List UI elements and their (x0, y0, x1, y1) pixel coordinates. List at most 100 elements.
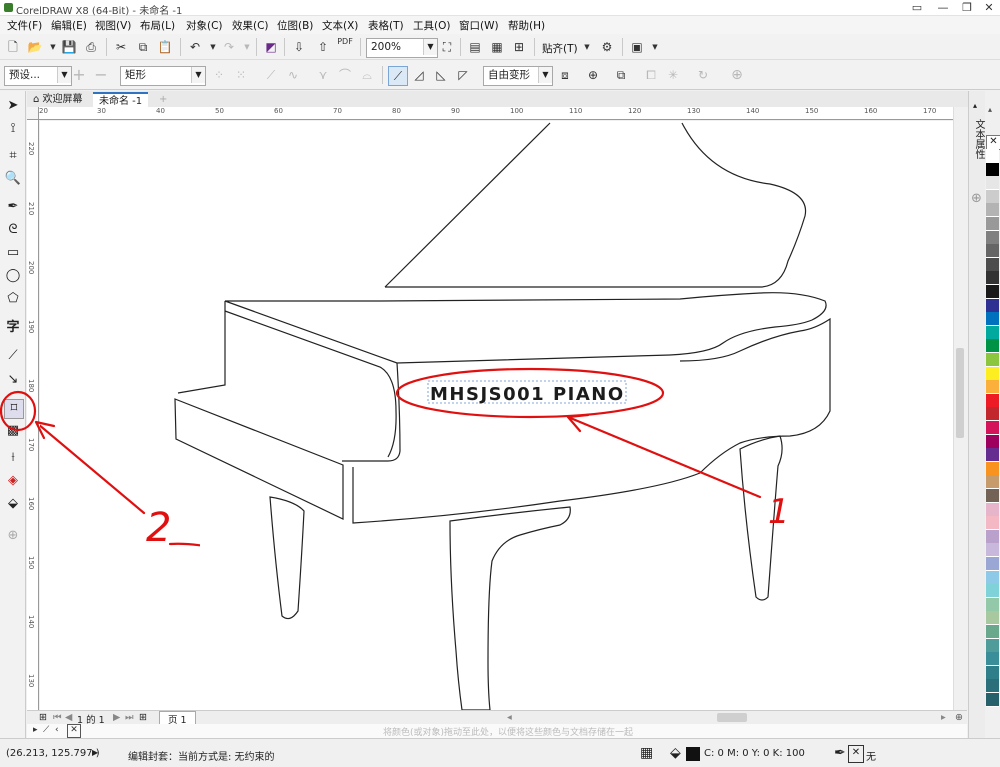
first-page-icon[interactable]: ⏮ (53, 712, 62, 723)
search-content-icon[interactable]: ◩ (262, 38, 280, 56)
prev-page-icon[interactable]: ◀ (65, 712, 72, 723)
pick-tool-icon[interactable]: ➤ (4, 97, 22, 115)
horizontal-ruler[interactable]: 20 30 40 50 60 70 80 90 100 110 120 130 … (39, 107, 965, 120)
piano-keyboard[interactable] (174, 398, 344, 520)
color-swatch[interactable] (986, 393, 999, 408)
fill-color-swatch[interactable] (686, 747, 700, 761)
color-swatch[interactable] (986, 625, 999, 639)
gear-icon[interactable]: ⚙ (598, 38, 616, 56)
palette-left-icon[interactable]: ‹ (55, 725, 59, 735)
piano-brand-text[interactable]: MHSJS001 PIANO (430, 384, 625, 405)
document-color-settings-icon[interactable]: ▦ (640, 745, 653, 761)
save-icon[interactable]: 💾 (60, 38, 78, 56)
color-swatch[interactable] (986, 693, 999, 707)
redo-dropdown-icon[interactable]: ▼ (238, 38, 256, 56)
menu-file[interactable]: 文件(F) (7, 18, 42, 33)
color-swatch[interactable] (986, 353, 999, 367)
color-swatch[interactable] (986, 502, 999, 517)
envelope-single-arc-icon[interactable]: ◿ (410, 66, 428, 84)
palette-scroll-up-icon[interactable]: ▴ (988, 105, 992, 114)
no-color-swatch-icon[interactable]: ✕ (67, 724, 81, 738)
last-page-icon[interactable]: ⏭ (125, 712, 134, 723)
color-swatch[interactable] (986, 611, 999, 626)
export-icon[interactable]: ⇧ (314, 38, 332, 56)
menu-object[interactable]: 对象(C) (186, 18, 223, 33)
color-swatch[interactable] (986, 271, 999, 286)
color-swatch[interactable] (986, 421, 999, 435)
restore-button[interactable]: ❐ (956, 0, 978, 16)
preset-combo[interactable]: 预设... ▼ (4, 66, 72, 86)
copy-envelope-icon[interactable]: ⧠ (642, 66, 660, 84)
keep-lines-icon[interactable]: ⧈ (556, 66, 574, 84)
selection-mode-combo[interactable]: 矩形 ▼ (120, 66, 206, 86)
color-swatch[interactable] (986, 244, 999, 259)
zoom-level-combo[interactable]: 200% ▼ (366, 38, 438, 58)
color-swatch[interactable] (986, 652, 999, 667)
menu-table[interactable]: 表格(T) (368, 18, 404, 33)
envelope-unconstrained-icon[interactable]: ◸ (454, 66, 472, 84)
rectangle-tool-icon[interactable]: ▭ (4, 244, 22, 262)
print-icon[interactable]: ⎙ (82, 38, 100, 56)
menu-help[interactable]: 帮助(H) (508, 18, 545, 33)
color-swatch[interactable] (986, 597, 999, 612)
color-swatch[interactable] (986, 584, 999, 599)
color-swatch[interactable] (986, 149, 999, 163)
color-swatch[interactable] (986, 217, 999, 231)
undo-icon[interactable]: ↶ (186, 38, 204, 56)
color-swatch[interactable] (986, 529, 999, 544)
menu-effects[interactable]: 效果(C) (232, 18, 269, 33)
text-tool-icon[interactable]: 字 (4, 319, 22, 337)
color-swatch[interactable] (986, 325, 999, 340)
ruler-origin[interactable] (27, 107, 39, 120)
convert-to-line-icon[interactable]: ⟋ (262, 66, 280, 84)
shape-tool-icon[interactable]: ⟟ (4, 120, 22, 138)
color-swatch[interactable] (986, 230, 999, 245)
color-swatch[interactable] (986, 461, 999, 476)
copy-icon[interactable]: ⧉ (134, 38, 152, 56)
menu-window[interactable]: 窗口(W) (459, 18, 499, 33)
vertical-scroll-thumb[interactable] (956, 348, 964, 438)
convert-to-curves-icon[interactable]: ↻ (694, 66, 712, 84)
docker-tab-text-properties[interactable]: 文本属性 (971, 119, 986, 159)
eyedropper-icon[interactable]: ⟋ (43, 725, 49, 735)
freehand-tool-icon[interactable]: ✒ (4, 198, 22, 216)
add-page-icon[interactable]: ⊞ (39, 712, 47, 723)
cusp-node-icon[interactable]: ⋎ (314, 66, 332, 84)
envelope-straight-line-icon[interactable]: ⟋ (388, 66, 408, 86)
horizontal-scroll-thumb[interactable] (717, 713, 747, 722)
envelope-double-arc-icon[interactable]: ◺ (432, 66, 450, 84)
import-icon[interactable]: ⇩ (290, 38, 308, 56)
app-launcher-icon[interactable]: ▣ (628, 38, 646, 56)
delete-nodes-icon[interactable]: ⁙ (232, 66, 250, 84)
add-preset-icon[interactable]: + (70, 66, 88, 84)
smooth-node-icon[interactable]: ⌒ (336, 66, 354, 84)
quick-customize-icon[interactable]: ⊕ (728, 66, 746, 84)
create-envelope-from-icon[interactable]: ⧉ (612, 66, 630, 84)
next-page-icon[interactable]: ▶ (113, 712, 120, 723)
menu-layout[interactable]: 布局(L) (140, 18, 175, 33)
full-screen-icon[interactable]: ⛶ (438, 38, 456, 56)
status-expand-icon[interactable]: ▶ (92, 748, 98, 757)
minimize-button[interactable]: — (932, 0, 954, 16)
menu-icon[interactable]: ▭ (906, 0, 928, 16)
menu-bitmaps[interactable]: 位图(B) (277, 18, 313, 33)
color-swatch[interactable] (986, 203, 999, 218)
chevron-down-icon[interactable]: ▼ (538, 67, 552, 83)
polygon-tool-icon[interactable]: ⬠ (4, 290, 22, 308)
menu-view[interactable]: 视图(V) (95, 18, 131, 33)
menu-edit[interactable]: 编辑(E) (51, 18, 87, 33)
menu-tools[interactable]: 工具(O) (413, 18, 450, 33)
mapping-mode-combo[interactable]: 自由变形 ▼ (483, 66, 553, 86)
color-swatch[interactable] (986, 434, 999, 449)
zoom-navigator-icon[interactable]: ⊕ (955, 712, 963, 723)
ellipse-tool-icon[interactable]: ◯ (4, 267, 22, 285)
launcher-dropdown-icon[interactable]: ▼ (646, 38, 664, 56)
color-swatch[interactable] (986, 366, 999, 381)
color-swatch[interactable] (986, 339, 999, 354)
crop-tool-icon[interactable]: ⌗ (4, 147, 22, 165)
add-nodes-icon[interactable]: ⁘ (210, 66, 228, 84)
connector-tool-icon[interactable]: ↘ (4, 371, 22, 389)
outline-none-icon[interactable]: ✕ (848, 745, 864, 763)
color-swatch[interactable] (986, 679, 999, 694)
add-docker-icon[interactable]: ⊕ (971, 191, 982, 206)
